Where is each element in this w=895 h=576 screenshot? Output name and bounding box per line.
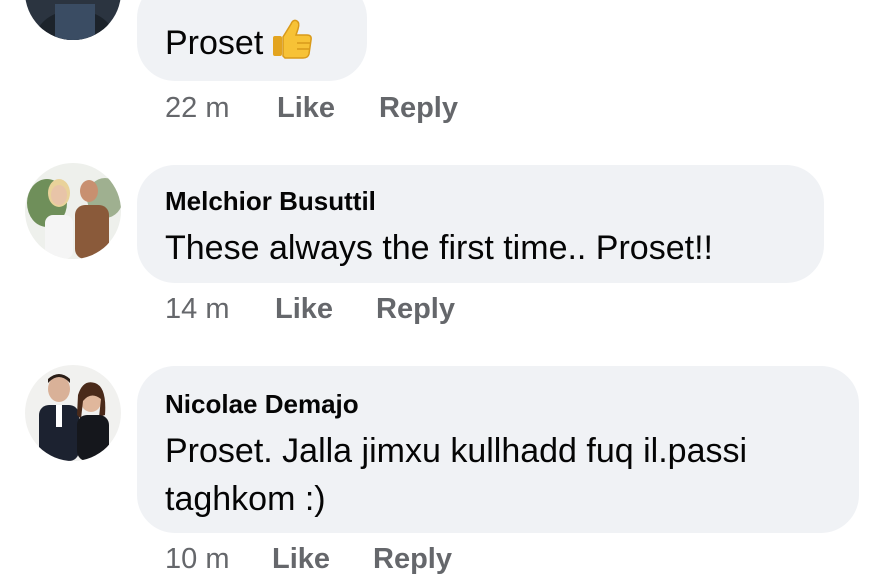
comment-time[interactable]: 10 m <box>165 543 229 576</box>
avatar[interactable] <box>25 0 121 40</box>
reply-button[interactable]: Reply <box>379 92 458 125</box>
reply-button[interactable]: Reply <box>373 543 452 576</box>
like-button[interactable]: Like <box>272 543 330 576</box>
comment-time[interactable]: 14 m <box>165 293 229 326</box>
reply-button[interactable]: Reply <box>376 293 455 326</box>
like-button[interactable]: Like <box>277 92 335 125</box>
thumbs-up-icon <box>269 16 315 75</box>
comment-time[interactable]: 22 m <box>165 92 229 125</box>
avatar[interactable] <box>25 163 121 259</box>
comment-text: These always the first time.. Proset!! <box>165 229 713 267</box>
comment-text: Proset. Jalla jimxu kullhadd fuq il.pass… <box>165 432 748 518</box>
comment-text: Proset <box>165 16 315 75</box>
like-button[interactable]: Like <box>275 293 333 326</box>
avatar[interactable] <box>25 365 121 461</box>
comment-author[interactable]: Nicolae Demajo <box>165 389 359 420</box>
comment-author[interactable]: Melchior Busuttil <box>165 186 376 217</box>
